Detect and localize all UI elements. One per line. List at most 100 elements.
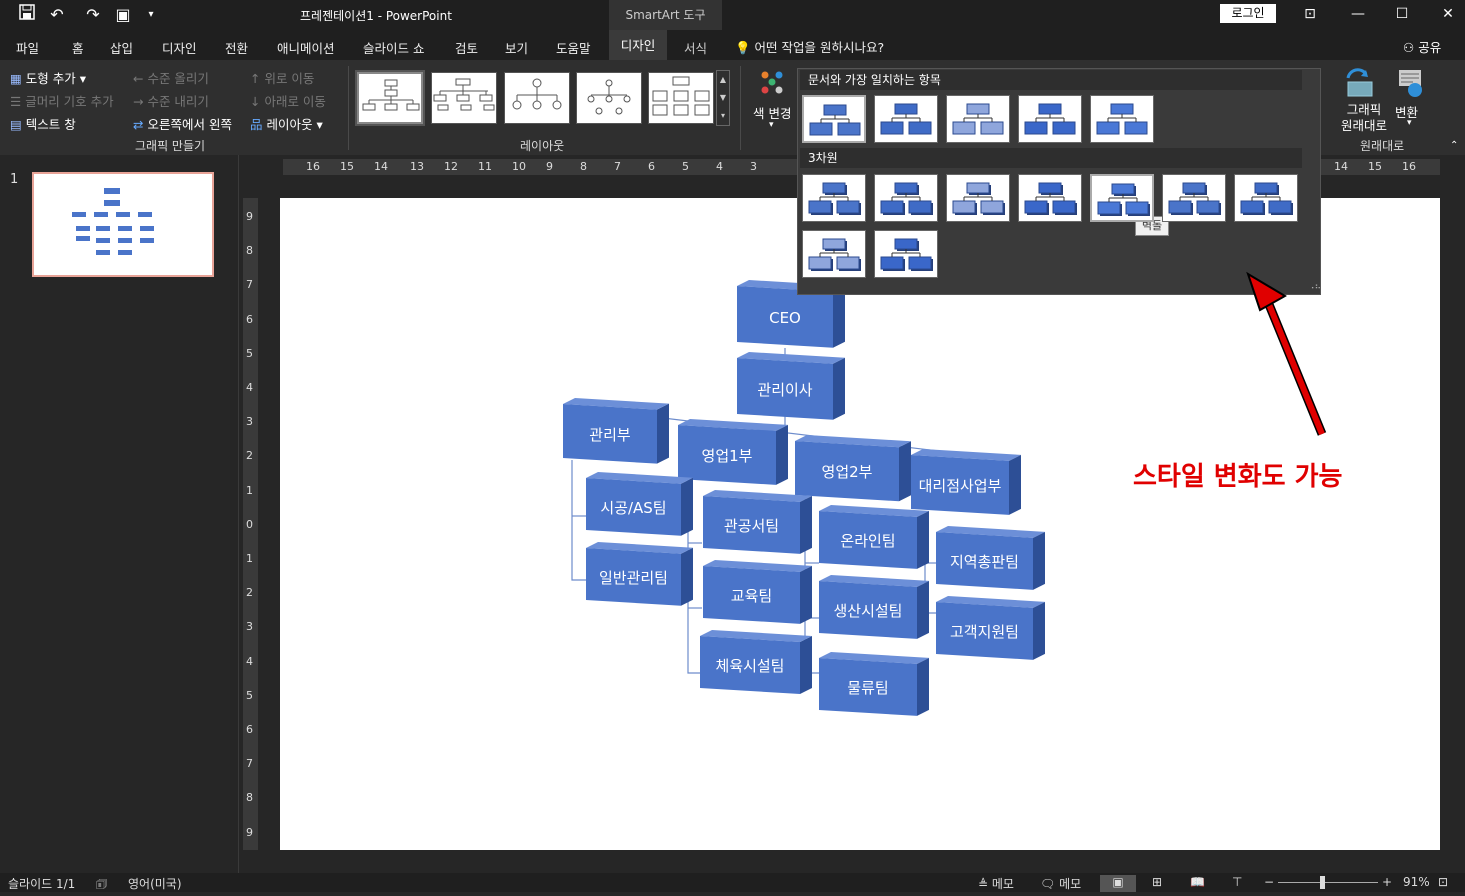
tab-help[interactable]: 도움말 xyxy=(556,38,591,57)
org-box-team[interactable]: 고객지원팀 xyxy=(936,596,1045,660)
tab-home[interactable]: 홈 xyxy=(72,38,84,57)
share-button[interactable]: ⚇ 공유 xyxy=(1403,37,1441,56)
style-swatch-1[interactable] xyxy=(874,95,938,143)
minimize-icon[interactable]: — xyxy=(1338,3,1378,25)
customize-qat-icon[interactable]: ▾ xyxy=(140,4,162,26)
text-pane-button[interactable]: ▤ 텍스트 창 xyxy=(10,114,76,133)
org-box-label: 교육팀 xyxy=(731,587,772,605)
org-box-team[interactable]: 생산시설팀 xyxy=(819,575,929,639)
right-to-left-label: 오른쪽에서 왼쪽 xyxy=(147,117,232,132)
ruler-tick-label: 16 xyxy=(1402,160,1416,173)
add-shape-icon: ▦ xyxy=(10,71,22,86)
lightbulb-icon: 💡 xyxy=(735,40,755,55)
org-box-label: 대리점사업부 xyxy=(919,477,1002,495)
zoom-slider-thumb[interactable] xyxy=(1320,876,1325,889)
convert-button[interactable]: 변환 ▾ xyxy=(1395,68,1427,128)
tab-slideshow[interactable]: 슬라이드 쇼 xyxy=(363,38,424,57)
style-swatch-2[interactable] xyxy=(946,95,1010,143)
language-indicator[interactable]: 영어(미국) xyxy=(128,875,182,892)
tab-design[interactable]: 디자인 xyxy=(162,38,197,57)
normal-view-icon[interactable]: ▣ xyxy=(1100,875,1136,892)
org-box-team[interactable]: 시공/AS팀 xyxy=(586,472,693,536)
org-box-team[interactable]: 교육팀 xyxy=(703,560,812,624)
style-swatch-6[interactable] xyxy=(874,174,938,222)
style-swatch-7[interactable] xyxy=(946,174,1010,222)
layout-thumb-4[interactable] xyxy=(576,72,642,124)
slide-sorter-icon[interactable]: ⊞ xyxy=(1152,875,1162,889)
org-box-team[interactable]: 체육시설팀 xyxy=(700,630,812,694)
org-box-dept[interactable]: 관리부 xyxy=(563,398,669,464)
org-box-dept[interactable]: 대리점사업부 xyxy=(911,449,1021,515)
org-box-label: 관리부 xyxy=(589,426,631,444)
bullet-icon: ☰ xyxy=(10,94,22,109)
style-swatch-11[interactable] xyxy=(1234,174,1298,222)
slide-thumbnail[interactable] xyxy=(32,172,214,277)
tab-animations[interactable]: 애니메이션 xyxy=(277,38,335,57)
zoom-level[interactable]: 91% xyxy=(1403,875,1430,889)
comments-button[interactable]: 🗨 메모 xyxy=(1040,875,1081,892)
add-shape-button[interactable]: ▦ 도형 추가 ▾ xyxy=(10,68,86,87)
org-box-team[interactable]: 관공서팀 xyxy=(703,490,812,554)
layout-thumb-2[interactable] xyxy=(431,72,497,124)
ruler-tick-label: 5 xyxy=(682,160,689,173)
text-pane-label: 텍스트 창 xyxy=(25,117,76,132)
org-box-director[interactable]: 관리이사 xyxy=(737,352,845,420)
ruler-tick-label: 14 xyxy=(374,160,388,173)
tab-review[interactable]: 검토 xyxy=(455,38,478,57)
zoom-out-icon[interactable]: − xyxy=(1264,875,1274,889)
ruler-tick-label: 16 xyxy=(306,160,320,173)
ribbon-display-icon[interactable]: ⊡ xyxy=(1290,3,1330,25)
style-swatch-12[interactable] xyxy=(802,230,866,278)
tab-transitions[interactable]: 전환 xyxy=(225,38,248,57)
zoom-in-icon[interactable]: + xyxy=(1382,875,1392,889)
layout-button[interactable]: 品 레이아웃 ▾ xyxy=(250,114,323,133)
right-to-left-button[interactable]: ⇄ 오른쪽에서 왼쪽 xyxy=(133,114,232,133)
spelling-icon[interactable]: 🗊 xyxy=(96,875,107,896)
org-box-team[interactable]: 일반관리팀 xyxy=(586,542,693,606)
org-box-team[interactable]: 물류팀 xyxy=(819,652,929,716)
style-swatch-9[interactable] xyxy=(1090,174,1154,222)
reading-view-icon[interactable]: 📖 xyxy=(1190,875,1205,889)
collapse-ribbon-icon[interactable]: ⌃ xyxy=(1450,140,1458,151)
undo-icon[interactable]: ↶ xyxy=(46,4,68,26)
maximize-icon[interactable]: ☐ xyxy=(1382,3,1422,25)
org-box-team[interactable]: 지역총판팀 xyxy=(936,526,1045,590)
layout-thumb-5[interactable] xyxy=(648,72,714,124)
tab-smartart-design[interactable]: 디자인 xyxy=(609,30,667,60)
org-box-dept[interactable]: 영업1부 xyxy=(678,419,788,485)
reset-graphic-button[interactable]: 그래픽 원래대로 xyxy=(1340,68,1387,133)
layout-label: 레이아웃 xyxy=(266,117,313,132)
notes-button[interactable]: ≜ 메모 xyxy=(978,875,1014,892)
style-swatch-8[interactable] xyxy=(1018,174,1082,222)
layout-thumb-3[interactable] xyxy=(504,72,570,124)
org-box-label: 고객지원팀 xyxy=(950,623,1019,641)
style-swatch-5[interactable] xyxy=(802,174,866,222)
tab-view[interactable]: 보기 xyxy=(505,38,528,57)
slideshow-view-icon[interactable]: ⊤ xyxy=(1232,875,1242,889)
save-icon[interactable] xyxy=(16,4,38,26)
present-icon[interactable]: ▣ xyxy=(112,4,134,26)
tab-file[interactable]: 파일 xyxy=(16,38,39,57)
style-swatch-13[interactable] xyxy=(874,230,938,278)
tab-format[interactable]: 서식 xyxy=(684,38,707,57)
style-swatch-0[interactable] xyxy=(802,95,866,143)
style-swatch-3[interactable] xyxy=(1018,95,1082,143)
divider xyxy=(740,66,741,150)
layout-gallery-scroll[interactable]: ▲ ▼ ▾ xyxy=(716,70,730,126)
zoom-slider-track[interactable] xyxy=(1278,882,1378,883)
fit-to-window-icon[interactable]: ⊡ xyxy=(1438,875,1448,889)
org-box-team[interactable]: 온라인팀 xyxy=(819,505,929,569)
layout-thumb-1[interactable] xyxy=(355,70,425,126)
org-box-dept[interactable]: 영업2부 xyxy=(795,435,911,502)
redo-icon[interactable]: ↷ xyxy=(82,4,104,26)
tab-insert[interactable]: 삽입 xyxy=(110,38,133,57)
change-colors-button[interactable]: 색 변경 ▾ xyxy=(745,65,795,135)
org-box-label: 관공서팀 xyxy=(724,517,779,535)
add-shape-label: 도형 추가 xyxy=(25,71,76,86)
style-swatch-10[interactable] xyxy=(1162,174,1226,222)
tell-me-search[interactable]: 💡 어떤 작업을 원하시나요? xyxy=(735,37,884,56)
login-button[interactable]: 로그인 xyxy=(1220,4,1276,23)
close-icon[interactable]: ✕ xyxy=(1428,3,1465,25)
ruler-tick-label: 8 xyxy=(246,791,253,805)
style-swatch-4[interactable] xyxy=(1090,95,1154,143)
